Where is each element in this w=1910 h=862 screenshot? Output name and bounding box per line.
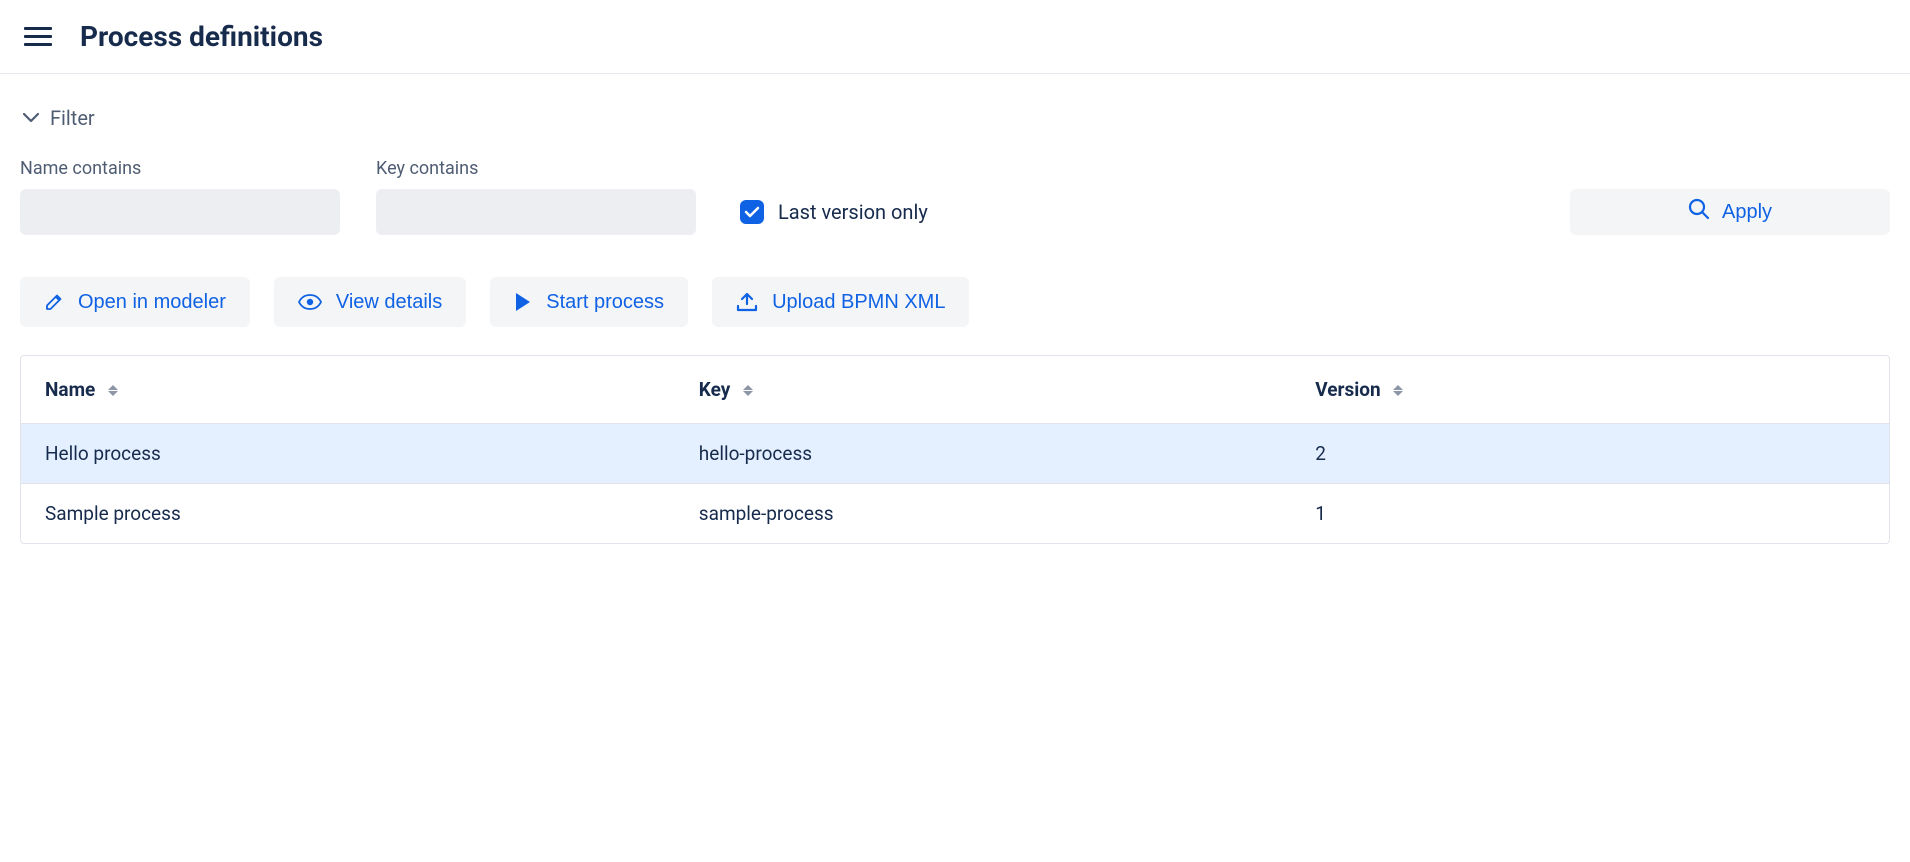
process-table: Name Key Version Hello process	[20, 355, 1890, 544]
filter-toggle[interactable]: Filter	[20, 106, 1890, 130]
apply-button[interactable]: Apply	[1570, 189, 1890, 235]
name-contains-label: Name contains	[20, 158, 340, 179]
column-header-version[interactable]: Version	[1291, 356, 1889, 424]
last-version-checkbox[interactable]	[740, 200, 764, 224]
table-row[interactable]: Sample process sample-process 1	[21, 484, 1889, 544]
page-title: Process definitions	[80, 20, 323, 53]
chevron-down-icon	[22, 109, 40, 127]
start-process-button[interactable]: Start process	[490, 277, 688, 327]
key-contains-label: Key contains	[376, 158, 696, 179]
cell-key: sample-process	[675, 484, 1291, 544]
play-icon	[514, 292, 532, 312]
pencil-icon	[44, 292, 64, 312]
sort-icon	[1393, 385, 1403, 396]
cell-key: hello-process	[675, 424, 1291, 484]
key-contains-input[interactable]	[376, 189, 696, 235]
column-header-key[interactable]: Key	[675, 356, 1291, 424]
sort-icon	[743, 385, 753, 396]
cell-name: Sample process	[21, 484, 675, 544]
search-icon	[1688, 198, 1710, 226]
view-details-button[interactable]: View details	[274, 277, 466, 327]
apply-label: Apply	[1722, 201, 1772, 224]
table-row[interactable]: Hello process hello-process 2	[21, 424, 1889, 484]
open-in-modeler-label: Open in modeler	[78, 291, 226, 314]
view-details-label: View details	[336, 291, 442, 314]
open-in-modeler-button[interactable]: Open in modeler	[20, 277, 250, 327]
sort-icon	[108, 385, 118, 396]
upload-icon	[736, 292, 758, 312]
cell-version: 1	[1291, 484, 1889, 544]
eye-icon	[298, 294, 322, 310]
name-contains-input[interactable]	[20, 189, 340, 235]
filter-label: Filter	[50, 106, 95, 130]
cell-version: 2	[1291, 424, 1889, 484]
upload-bpmn-label: Upload BPMN XML	[772, 291, 945, 314]
last-version-label: Last version only	[778, 200, 928, 224]
upload-bpmn-button[interactable]: Upload BPMN XML	[712, 277, 969, 327]
cell-name: Hello process	[21, 424, 675, 484]
start-process-label: Start process	[546, 291, 664, 314]
column-header-name[interactable]: Name	[21, 356, 675, 424]
menu-icon[interactable]	[24, 23, 52, 51]
